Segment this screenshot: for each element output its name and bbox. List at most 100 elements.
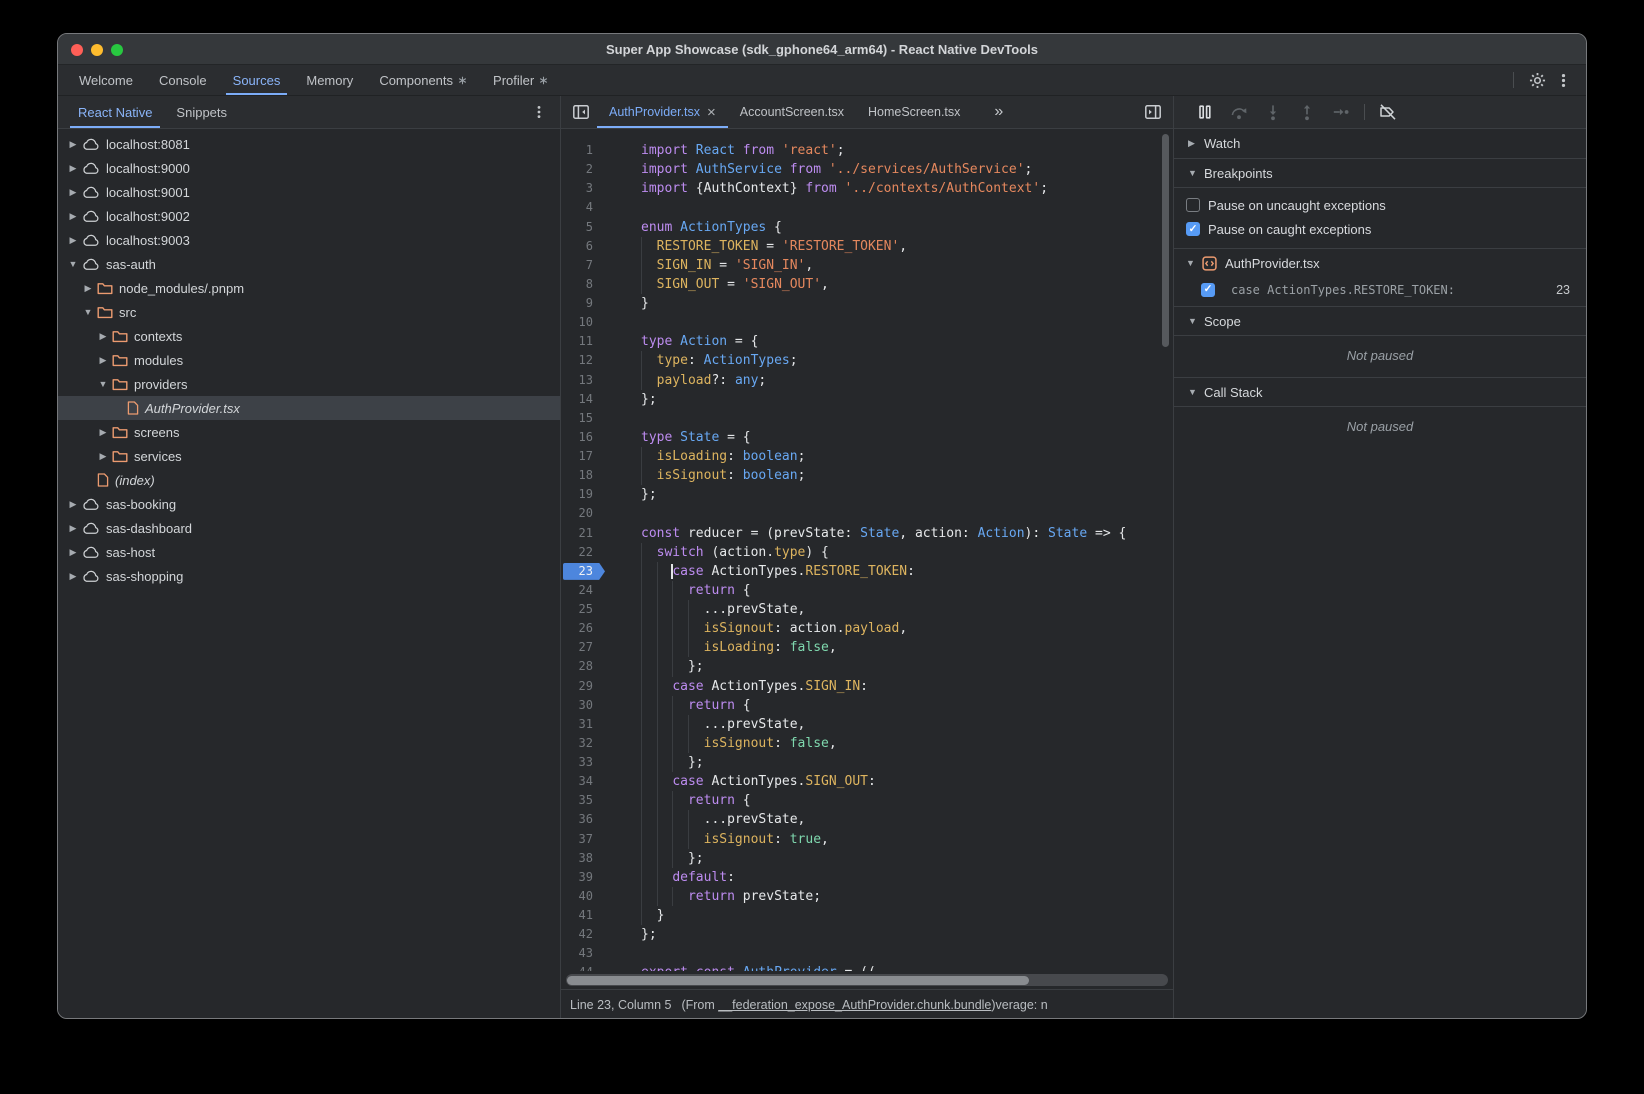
checkbox-checked[interactable]: ✓: [1186, 222, 1200, 236]
line-number-3[interactable]: 3: [561, 179, 605, 198]
main-tab-components[interactable]: Components: [366, 65, 480, 95]
line-number-25[interactable]: 25: [561, 600, 605, 619]
collapsed-arrow-icon[interactable]: ▶: [96, 451, 110, 462]
line-number-19[interactable]: 19: [561, 485, 605, 504]
line-number-8[interactable]: 8: [561, 275, 605, 294]
main-tab-welcome[interactable]: Welcome: [66, 65, 146, 95]
line-number-17[interactable]: 17: [561, 447, 605, 466]
step-over-button[interactable]: [1222, 99, 1256, 125]
collapsed-arrow-icon[interactable]: ▶: [66, 163, 80, 174]
line-number-16[interactable]: 16: [561, 428, 605, 447]
line-number-29[interactable]: 29: [561, 677, 605, 696]
main-tab-sources[interactable]: Sources: [220, 65, 294, 95]
editor-tab-accountscreen-tsx[interactable]: AccountScreen.tsx: [728, 96, 856, 128]
line-number-7[interactable]: 7: [561, 256, 605, 275]
collapsed-arrow-icon[interactable]: ▶: [66, 547, 80, 558]
line-number-30[interactable]: 30: [561, 696, 605, 715]
editor-tab-authprovider-tsx[interactable]: AuthProvider.tsx×: [597, 96, 728, 128]
hide-navigator-toggle-icon[interactable]: [571, 102, 591, 122]
tree-item-index[interactable]: (index): [58, 468, 560, 492]
navigator-tab-snippets[interactable]: Snippets: [164, 96, 239, 128]
line-number-33[interactable]: 33: [561, 753, 605, 772]
line-number-24[interactable]: 24: [561, 581, 605, 600]
line-number-38[interactable]: 38: [561, 849, 605, 868]
tree-item-providers[interactable]: ▼providers: [58, 372, 560, 396]
line-number-40[interactable]: 40: [561, 887, 605, 906]
tree-item-authprovider-tsx[interactable]: AuthProvider.tsx: [58, 396, 560, 420]
line-number-44[interactable]: 44: [561, 963, 605, 971]
line-number-37[interactable]: 37: [561, 830, 605, 849]
line-number-39[interactable]: 39: [561, 868, 605, 887]
collapsed-arrow-icon[interactable]: ▶: [66, 139, 80, 150]
tree-item-sas-dashboard[interactable]: ▶sas-dashboard: [58, 516, 560, 540]
line-number-35[interactable]: 35: [561, 791, 605, 810]
collapsed-arrow-icon[interactable]: ▶: [66, 187, 80, 198]
settings-gear-icon[interactable]: [1524, 67, 1550, 93]
collapsed-arrow-icon[interactable]: ▶: [66, 523, 80, 534]
main-tab-memory[interactable]: Memory: [293, 65, 366, 95]
line-number-15[interactable]: 15: [561, 409, 605, 428]
step-into-button[interactable]: [1256, 99, 1290, 125]
tree-item-node-modules-pnpm[interactable]: ▶node_modules/.pnpm: [58, 276, 560, 300]
collapsed-arrow-icon[interactable]: ▶: [66, 571, 80, 582]
checkbox-checked[interactable]: ✓: [1201, 283, 1215, 297]
show-debugger-toggle-icon[interactable]: [1143, 102, 1163, 122]
line-number-18[interactable]: 18: [561, 466, 605, 485]
line-number-14[interactable]: 14: [561, 390, 605, 409]
tree-item-localhost-9000[interactable]: ▶localhost:9000: [58, 156, 560, 180]
line-number-31[interactable]: 31: [561, 715, 605, 734]
tree-item-sas-auth[interactable]: ▼sas-auth: [58, 252, 560, 276]
line-number-13[interactable]: 13: [561, 371, 605, 390]
more-tabs-chevron[interactable]: »: [994, 103, 1002, 121]
editor-tab-homescreen-tsx[interactable]: HomeScreen.tsx: [856, 96, 972, 128]
expanded-arrow-icon[interactable]: ▼: [96, 379, 110, 389]
line-number-11[interactable]: 11: [561, 332, 605, 351]
collapsed-arrow-icon[interactable]: ▶: [66, 211, 80, 222]
line-number-10[interactable]: 10: [561, 313, 605, 332]
line-number-4[interactable]: 4: [561, 198, 605, 217]
tree-item-modules[interactable]: ▶modules: [58, 348, 560, 372]
tree-item-contexts[interactable]: ▶contexts: [58, 324, 560, 348]
breakpoint-entry[interactable]: ✓case ActionTypes.RESTORE_TOKEN:23: [1174, 277, 1586, 302]
code-editor[interactable]: 1import React from 'react';2import AuthS…: [561, 129, 1173, 971]
expanded-arrow-icon[interactable]: ▼: [81, 307, 95, 317]
collapsed-arrow-icon[interactable]: ▶: [96, 331, 110, 342]
line-number-27[interactable]: 27: [561, 638, 605, 657]
tree-item-src[interactable]: ▼src: [58, 300, 560, 324]
line-number-1[interactable]: 1: [561, 141, 605, 160]
tree-item-services[interactable]: ▶services: [58, 444, 560, 468]
tree-item-screens[interactable]: ▶screens: [58, 420, 560, 444]
watch-section-header[interactable]: ▶ Watch: [1174, 129, 1586, 159]
main-tab-profiler[interactable]: Profiler: [480, 65, 561, 95]
line-number-28[interactable]: 28: [561, 657, 605, 676]
tree-item-localhost-9002[interactable]: ▶localhost:9002: [58, 204, 560, 228]
pause-button[interactable]: [1188, 99, 1222, 125]
line-number-5[interactable]: 5: [561, 218, 605, 237]
line-number-20[interactable]: 20: [561, 504, 605, 523]
breakpoints-section-header[interactable]: ▼ Breakpoints: [1174, 159, 1586, 188]
close-window-button[interactable]: [71, 44, 83, 56]
line-number-22[interactable]: 22: [561, 543, 605, 562]
collapsed-arrow-icon[interactable]: ▶: [66, 235, 80, 246]
navigator-kebab-icon[interactable]: [526, 99, 552, 125]
zoom-window-button[interactable]: [111, 44, 123, 56]
horizontal-scrollbar-thumb[interactable]: [567, 976, 1029, 985]
line-number-23[interactable]: 23: [561, 562, 605, 581]
line-number-43[interactable]: 43: [561, 944, 605, 963]
line-number-26[interactable]: 26: [561, 619, 605, 638]
source-bundle-link[interactable]: __federation_expose_AuthProvider.chunk.b…: [718, 998, 991, 1012]
checkbox[interactable]: [1186, 198, 1200, 212]
option-pause-on-uncaught-exceptions[interactable]: Pause on uncaught exceptions: [1174, 193, 1586, 217]
breakpoint-file-authprovider-tsx[interactable]: ▼AuthProvider.tsx: [1174, 249, 1586, 277]
tree-item-sas-host[interactable]: ▶sas-host: [58, 540, 560, 564]
line-number-32[interactable]: 32: [561, 734, 605, 753]
more-options-kebab-icon[interactable]: [1550, 67, 1576, 93]
line-number-2[interactable]: 2: [561, 160, 605, 179]
main-tab-console[interactable]: Console: [146, 65, 220, 95]
tree-item-localhost-8081[interactable]: ▶localhost:8081: [58, 132, 560, 156]
line-number-34[interactable]: 34: [561, 772, 605, 791]
tree-item-localhost-9001[interactable]: ▶localhost:9001: [58, 180, 560, 204]
close-tab-icon[interactable]: ×: [707, 105, 716, 120]
line-number-9[interactable]: 9: [561, 294, 605, 313]
tree-item-sas-shopping[interactable]: ▶sas-shopping: [58, 564, 560, 588]
